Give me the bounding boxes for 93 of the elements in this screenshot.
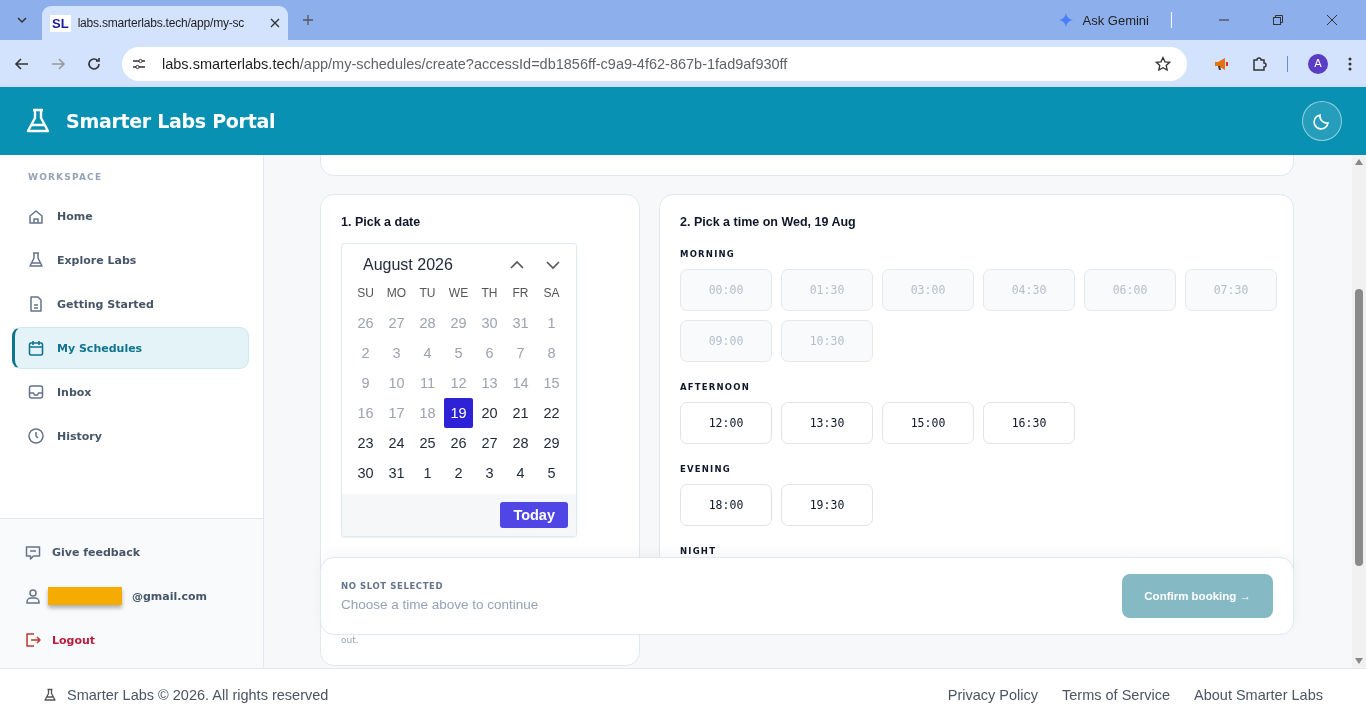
back-icon[interactable] [14, 55, 30, 72]
weekday-label: TU [418, 285, 437, 302]
calendar-day[interactable]: 2 [443, 458, 474, 488]
calendar-day[interactable]: 30 [350, 458, 381, 488]
logout-icon [24, 631, 42, 650]
scrollbar-thumb[interactable] [1355, 289, 1363, 566]
nav-item[interactable]: Inbox [12, 371, 249, 413]
feedback-link[interactable]: Give feedback [52, 546, 140, 560]
sparkle-icon [1058, 13, 1073, 27]
theme-toggle-button[interactable] [1302, 101, 1342, 141]
close-icon[interactable] [1326, 14, 1338, 26]
logout-link[interactable]: Logout [52, 633, 96, 647]
reload-icon[interactable] [86, 55, 102, 72]
nav-item[interactable]: History [12, 415, 249, 457]
scrollbar[interactable] [1352, 155, 1366, 668]
nav-item[interactable]: My Schedules [12, 327, 249, 369]
calendar-day[interactable]: 20 [474, 398, 505, 428]
today-button[interactable]: Today [500, 502, 568, 528]
email-text: @gmail.com [132, 590, 208, 603]
card-title: 1. Pick a date [341, 215, 422, 229]
nav-item[interactable]: Home [12, 195, 249, 237]
megaphone-icon[interactable] [1213, 55, 1231, 72]
scroll-down-icon[interactable] [1355, 658, 1363, 664]
profile-avatar[interactable]: A [1308, 53, 1328, 74]
person-icon [24, 587, 42, 606]
ask-gemini-button[interactable]: Ask Gemini [1082, 12, 1149, 28]
moon-icon [1313, 112, 1331, 130]
time-slot-button[interactable]: 12:00 [680, 402, 772, 444]
calendar-day[interactable]: 23 [350, 428, 381, 458]
month-label: August 2026 [363, 256, 454, 274]
footer-link[interactable]: Terms of Service [1062, 686, 1171, 703]
card-title: 2. Pick a time on Wed, 19 Aug [680, 215, 857, 229]
note-text: out. [341, 635, 360, 645]
calendar-day[interactable]: 27 [474, 428, 505, 458]
weekday-label: SA [542, 285, 561, 302]
flask-icon [27, 251, 45, 269]
flask-icon [24, 107, 52, 135]
weekday-label: SU [356, 285, 375, 302]
group-label: AFTERNOON [680, 382, 751, 392]
footer-link[interactable]: About Smarter Labs [1194, 686, 1323, 703]
calendar-day[interactable]: 1 [412, 458, 443, 488]
restore-icon[interactable] [1272, 14, 1284, 26]
time-slot-button[interactable]: 19:30 [781, 484, 873, 526]
calendar-day[interactable]: 19 [444, 398, 473, 428]
calendar-day[interactable]: 22 [536, 398, 567, 428]
group-label: EVENING [680, 464, 732, 474]
time-slot-button[interactable]: 16:30 [983, 402, 1075, 444]
calendar-day[interactable]: 29 [536, 428, 567, 458]
address-bar[interactable]: labs.smarterlabs.tech/app/my-schedules/create?accessId=db1856ff-c9a9-4f62-867b-1fad9af930ff [122, 46, 1187, 81]
copyright-text: Smarter Labs © 2026. All rights reserved [67, 686, 329, 703]
weekday-label: FR [511, 285, 530, 302]
hint-text: Choose a time above to continue [341, 596, 540, 612]
calendar-day[interactable]: 5 [536, 458, 567, 488]
chat-icon [24, 543, 42, 562]
inbox-icon [27, 383, 45, 401]
group-label: MORNING [680, 249, 736, 259]
nav-item[interactable]: Explore Labs [12, 239, 249, 281]
calendar-day[interactable]: 21 [505, 398, 536, 428]
more-icon[interactable] [1348, 56, 1352, 71]
puzzle-icon[interactable] [1251, 55, 1267, 72]
calendar-day[interactable]: 28 [505, 428, 536, 458]
calendar-day[interactable]: 26 [443, 428, 474, 458]
tab-title: labs.smarterlabs.tech/app/my-sc [77, 16, 246, 30]
weekday-label: MO [385, 285, 408, 302]
slot-status: NO SLOT SELECTED [341, 580, 445, 591]
new-tab-icon[interactable] [302, 14, 314, 26]
time-slot-button[interactable]: 13:30 [781, 402, 873, 444]
chevron-down-icon[interactable] [546, 260, 560, 270]
chevron-up-icon[interactable] [510, 260, 524, 270]
star-icon[interactable] [1155, 55, 1171, 72]
time-slot-button[interactable]: 18:00 [680, 484, 772, 526]
document-icon [27, 295, 45, 313]
calendar-day[interactable]: 25 [412, 428, 443, 458]
home-icon [27, 207, 45, 225]
close-icon[interactable] [270, 18, 280, 28]
nav-item[interactable]: Getting Started [12, 283, 249, 325]
section-label: WORKSPACE [27, 171, 104, 184]
site-icon: SL [50, 14, 71, 32]
weekday-label: WE [447, 285, 470, 302]
browser-tab[interactable]: SL labs.smarterlabs.tech/app/my-sc [42, 6, 288, 40]
time-slot-button[interactable]: 15:00 [882, 402, 974, 444]
group-label: NIGHT [680, 546, 718, 556]
footer-link[interactable]: Privacy Policy [947, 686, 1039, 703]
calendar-day[interactable]: 3 [474, 458, 505, 488]
clock-icon [27, 427, 45, 445]
calendar-day[interactable]: 24 [381, 428, 412, 458]
app-title: Smarter Labs Portal [66, 110, 276, 132]
weekday-label: TH [480, 285, 499, 302]
calendar-day[interactable]: 4 [505, 458, 536, 488]
calendar-day[interactable]: 31 [381, 458, 412, 488]
scroll-up-icon[interactable] [1355, 159, 1363, 165]
calendar-icon [27, 339, 45, 357]
flask-icon [43, 687, 57, 702]
